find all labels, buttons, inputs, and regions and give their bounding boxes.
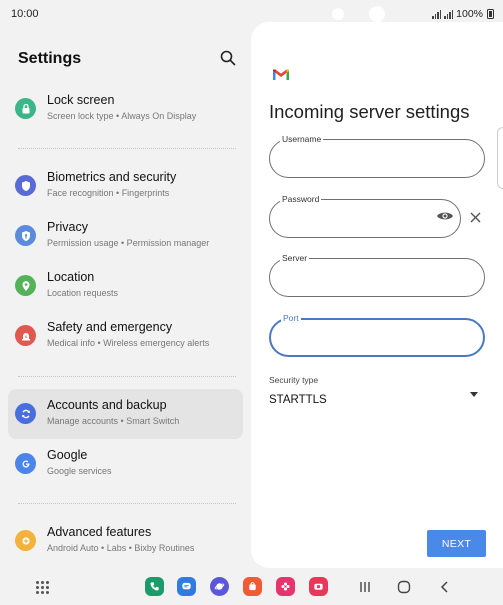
google-icon bbox=[15, 453, 36, 474]
divider bbox=[18, 376, 236, 377]
settings-item-safety[interactable]: Safety and emergency Medical info • Wire… bbox=[8, 311, 243, 361]
cell-signal-icon bbox=[444, 9, 454, 19]
username-field[interactable]: Username bbox=[269, 134, 485, 178]
show-password-eye-icon[interactable] bbox=[436, 210, 454, 222]
settings-item-privacy[interactable]: Privacy Permission usage • Permission ma… bbox=[8, 211, 243, 261]
port-field[interactable]: Port bbox=[269, 313, 485, 357]
battery-percent: 100% bbox=[456, 8, 483, 20]
privacy-shield-icon bbox=[15, 225, 36, 246]
settings-pane: Settings Lock screen Screen lock type • … bbox=[0, 28, 251, 568]
settings-item-label: Privacy bbox=[47, 220, 88, 234]
settings-item-location[interactable]: Location Location requests bbox=[8, 261, 243, 311]
settings-item-sub: Screen lock type • Always On Display bbox=[47, 111, 197, 121]
password-input[interactable] bbox=[282, 210, 432, 224]
settings-item-label: Advanced features bbox=[47, 525, 152, 539]
settings-item-label: Location bbox=[47, 270, 95, 284]
navigation-bar bbox=[0, 568, 503, 605]
port-label: Port bbox=[281, 313, 301, 324]
internet-app-icon[interactable] bbox=[210, 577, 229, 596]
settings-item-label: Google bbox=[47, 448, 88, 462]
gear-plus-icon bbox=[15, 530, 36, 551]
settings-item-lock-screen[interactable]: Lock screen Screen lock type • Always On… bbox=[8, 84, 243, 134]
settings-item-accounts-backup[interactable]: Accounts and backup Manage accounts • Sm… bbox=[8, 389, 243, 439]
password-field[interactable]: Password bbox=[269, 194, 461, 238]
camera-app-icon[interactable] bbox=[309, 577, 328, 596]
recent-apps-icon[interactable] bbox=[358, 580, 372, 594]
settings-item-sub: Manage accounts • Smart Switch bbox=[47, 416, 180, 426]
settings-item-label: Biometrics and security bbox=[47, 170, 177, 184]
username-label: Username bbox=[280, 134, 324, 145]
page-title: Incoming server settings bbox=[269, 101, 470, 122]
sync-icon bbox=[15, 403, 36, 424]
settings-item-label: Safety and emergency bbox=[47, 320, 173, 334]
back-icon[interactable] bbox=[438, 580, 452, 594]
clear-password-icon[interactable] bbox=[470, 212, 481, 223]
settings-item-advanced-features[interactable]: Advanced features Android Auto • Labs • … bbox=[8, 516, 243, 566]
app-drawer-icon[interactable] bbox=[36, 581, 49, 594]
settings-item-sub: Face recognition • Fingerprints bbox=[47, 188, 170, 198]
username-input[interactable] bbox=[282, 150, 442, 164]
settings-item-biometrics[interactable]: Biometrics and security Face recognition… bbox=[8, 161, 243, 211]
server-field[interactable]: Server bbox=[269, 253, 485, 297]
lock-icon bbox=[15, 98, 36, 119]
settings-item-sub: Permission usage • Permission manager bbox=[47, 238, 210, 248]
store-app-icon[interactable] bbox=[243, 577, 262, 596]
server-input[interactable] bbox=[282, 269, 442, 283]
port-input[interactable] bbox=[283, 330, 443, 344]
camera-cutout-large bbox=[369, 6, 385, 22]
next-button[interactable]: NEXT bbox=[427, 530, 486, 557]
search-icon[interactable] bbox=[219, 49, 237, 67]
camera-cutout bbox=[332, 8, 344, 20]
settings-item-sub: Location requests bbox=[47, 288, 119, 298]
battery-icon bbox=[487, 9, 494, 19]
security-type-label: Security type bbox=[269, 375, 319, 385]
siren-icon bbox=[15, 325, 36, 346]
settings-item-sub: Android Auto • Labs • Bixby Routines bbox=[47, 543, 195, 553]
location-pin-icon bbox=[15, 275, 36, 296]
divider bbox=[18, 148, 236, 149]
gmail-logo-icon bbox=[273, 69, 289, 80]
status-time: 10:00 bbox=[11, 8, 39, 20]
settings-item-google[interactable]: Google Google services bbox=[8, 439, 243, 489]
messages-app-icon[interactable] bbox=[177, 577, 196, 596]
wifi-signal-icon bbox=[432, 9, 442, 19]
gallery-app-icon[interactable] bbox=[276, 577, 295, 596]
settings-title: Settings bbox=[18, 50, 82, 67]
status-indicators: 100% bbox=[432, 8, 494, 20]
dropdown-arrow-icon[interactable] bbox=[470, 392, 478, 397]
security-type-select[interactable]: STARTTLS bbox=[269, 394, 327, 406]
incoming-server-card: Incoming server settings Username Passwo… bbox=[251, 22, 503, 568]
server-label: Server bbox=[280, 253, 310, 264]
edge-panel-handle[interactable] bbox=[497, 127, 503, 189]
divider bbox=[18, 503, 236, 504]
shield-icon bbox=[15, 175, 36, 196]
settings-item-sub: Medical info • Wireless emergency alerts bbox=[47, 338, 210, 348]
settings-item-sub: Google services bbox=[47, 466, 112, 476]
home-icon[interactable] bbox=[397, 580, 411, 594]
password-label: Password bbox=[280, 194, 322, 205]
phone-app-icon[interactable] bbox=[145, 577, 164, 596]
settings-item-label: Accounts and backup bbox=[47, 398, 167, 412]
settings-item-label: Lock screen bbox=[47, 93, 115, 107]
